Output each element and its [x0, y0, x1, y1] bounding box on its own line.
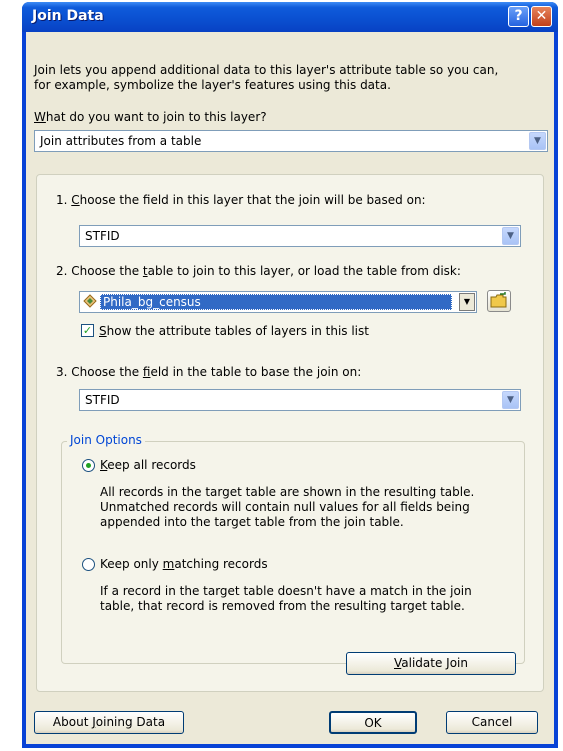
validate-join-button[interactable]: Validate Join: [346, 652, 516, 675]
dialog-title: Join Data: [32, 8, 104, 24]
open-table-button[interactable]: [487, 290, 511, 312]
folder-open-icon: [490, 292, 507, 308]
keep-all-description-line3: appended into the target table from the …: [100, 515, 404, 529]
ok-button[interactable]: OK: [329, 711, 417, 734]
layer-field-value: STFID: [85, 229, 120, 243]
title-bar: Join Data ? ✕: [22, 2, 558, 32]
join-data-dialog: Join Data ? ✕ Join lets you append addit…: [22, 2, 558, 748]
keep-matching-records-label: Keep only matching records: [100, 557, 268, 571]
keep-all-records-label: Keep all records: [100, 458, 196, 472]
step3-label: 3. Choose the field in the table to base…: [56, 365, 362, 379]
keep-matching-description-line2: table, that record is removed from the r…: [100, 599, 465, 613]
table-layer-icon: [83, 294, 97, 308]
chevron-down-icon[interactable]: ▼: [502, 391, 519, 409]
join-field-value: STFID: [85, 393, 120, 407]
show-layer-tables-label: Show the attribute tables of layers in t…: [99, 324, 369, 338]
chevron-down-icon[interactable]: ▼: [529, 132, 546, 150]
intro-text-line1: Join lets you append additional data to …: [34, 63, 499, 77]
join-table-dropdown[interactable]: Phila_bg_census ▼: [79, 291, 477, 313]
chevron-down-icon[interactable]: ▼: [502, 227, 519, 245]
join-type-dropdown[interactable]: Join attributes from a table ▼: [34, 130, 548, 152]
intro-text-line2: for example, symbolize the layer's featu…: [34, 78, 391, 92]
close-button[interactable]: ✕: [531, 6, 552, 27]
join-options-label: Join Options: [67, 433, 145, 447]
step2-label: 2. Choose the table to join to this laye…: [56, 264, 461, 278]
dialog-body: Join lets you append additional data to …: [26, 32, 554, 744]
layer-field-dropdown[interactable]: STFID ▼: [79, 225, 521, 247]
keep-matching-description-line1: If a record in the target table doesn't …: [100, 584, 472, 598]
keep-all-records-radio[interactable]: [82, 459, 95, 472]
show-layer-tables-checkbox[interactable]: ✓: [81, 324, 94, 337]
chevron-down-icon[interactable]: ▼: [459, 293, 475, 311]
join-options-group: [61, 441, 525, 664]
join-table-selected: Phila_bg_census: [100, 294, 452, 310]
cancel-button[interactable]: Cancel: [446, 711, 538, 734]
help-button[interactable]: ?: [508, 6, 529, 27]
join-type-label: What do you want to join to this layer?: [34, 110, 267, 124]
join-type-value: Join attributes from a table: [40, 134, 202, 148]
join-field-dropdown[interactable]: STFID ▼: [79, 389, 521, 411]
keep-all-description-line1: All records in the target table are show…: [100, 485, 475, 499]
about-joining-data-button[interactable]: About Joining Data: [34, 711, 184, 734]
keep-all-description-line2: Unmatched records will contain null valu…: [100, 500, 470, 514]
keep-matching-records-radio[interactable]: [82, 558, 95, 571]
step1-label: 1. Choose the field in this layer that t…: [56, 193, 426, 207]
